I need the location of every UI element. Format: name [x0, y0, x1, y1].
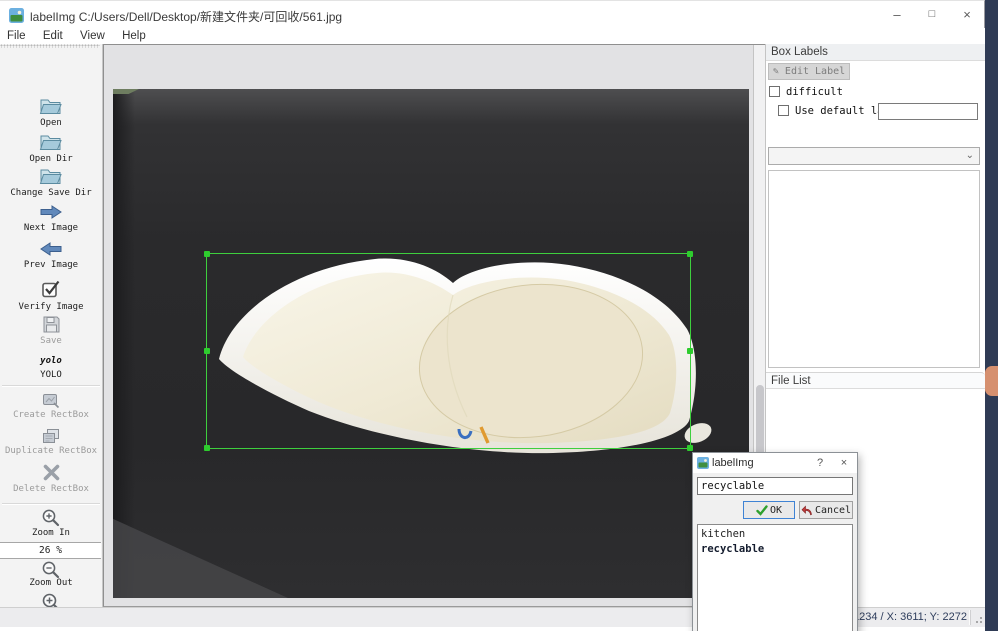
next-image-button[interactable] — [0, 204, 102, 223]
zoom-level-spinbox[interactable]: 26 % — [0, 542, 101, 559]
undo-arrow-icon — [801, 505, 813, 516]
verify-image-label: Verify Image — [0, 302, 102, 312]
open-folder-icon — [39, 97, 63, 116]
bounding-box[interactable] — [206, 253, 691, 449]
bbox-handle-top-left[interactable] — [204, 251, 210, 257]
bbox-handle-bottom-right[interactable] — [687, 445, 693, 451]
toolbar-separator — [2, 385, 100, 387]
box-label-list[interactable] — [768, 170, 980, 368]
change-save-dir-button[interactable] — [0, 167, 102, 189]
toolbar: Open Open Dir Change Save Dir Next Image… — [0, 44, 103, 607]
cancel-label: Cancel — [815, 505, 851, 516]
bbox-handle-top-right[interactable] — [687, 251, 693, 257]
list-item-recyclable[interactable]: recyclable — [701, 542, 852, 557]
desktop-wallpaper-detail — [985, 366, 998, 396]
next-image-label: Next Image — [0, 223, 102, 233]
ok-button[interactable]: OK — [743, 501, 795, 519]
open-dir-folder-icon — [39, 133, 63, 152]
verify-check-icon — [41, 279, 61, 299]
delete-rectbox-label: Delete RectBox — [0, 484, 102, 494]
zoom-in-icon — [41, 508, 61, 528]
zoom-in-label: Zoom In — [0, 528, 102, 538]
zoom-out-label: Zoom Out — [0, 578, 102, 588]
bbox-handle-mid-right[interactable] — [687, 348, 693, 354]
menu-edit[interactable]: Edit — [43, 30, 63, 42]
cancel-button[interactable]: Cancel — [799, 501, 853, 519]
menu-view[interactable]: View — [80, 30, 105, 42]
pencil-icon: ✎ — [773, 66, 779, 77]
menu-bar: File Edit View Help — [0, 28, 985, 44]
title-bar: labelImg C:/Users/Dell/Desktop/新建文件夹/可回收… — [0, 0, 985, 28]
open-dir-button[interactable] — [0, 133, 102, 155]
desktop-wallpaper — [985, 0, 998, 631]
zoom-out-icon — [41, 560, 61, 580]
maximize-button[interactable]: □ — [915, 1, 949, 28]
difficult-checkbox[interactable] — [769, 86, 780, 97]
change-save-dir-folder-icon — [39, 167, 63, 186]
duplicate-rectbox-button[interactable] — [0, 428, 102, 448]
prev-arrow-icon — [39, 241, 63, 257]
label-combo-box[interactable]: ⌄ — [768, 147, 980, 165]
change-save-dir-label: Change Save Dir — [0, 188, 102, 198]
create-rectbox-label: Create RectBox — [0, 410, 102, 420]
label-name-input[interactable]: recyclable — [697, 477, 853, 495]
toolbar-drag-handle[interactable] — [0, 44, 100, 48]
difficult-label: difficult — [786, 86, 843, 98]
delete-x-icon — [42, 464, 61, 481]
edit-label-text: Edit Label — [785, 66, 845, 77]
dialog-close-button[interactable]: × — [833, 453, 855, 473]
open-dir-label: Open Dir — [0, 154, 102, 164]
label-dialog: labelImg ? × recyclable OK Cancel kitche… — [692, 452, 858, 631]
minimize-button[interactable]: – — [880, 1, 914, 28]
bbox-handle-bottom-left[interactable] — [204, 445, 210, 451]
prev-image-button[interactable] — [0, 241, 102, 260]
open-button[interactable] — [0, 97, 102, 119]
app-icon — [9, 8, 24, 23]
labelimg-window: labelImg C:/Users/Dell/Desktop/新建文件夹/可回收… — [0, 0, 998, 631]
dialog-app-icon — [697, 457, 709, 469]
dialog-help-button[interactable]: ? — [809, 453, 831, 473]
use-default-label-checkbox[interactable] — [778, 105, 789, 116]
create-rectbox-icon — [42, 393, 60, 409]
check-icon — [756, 505, 768, 516]
box-labels-header[interactable]: Box Labels — [766, 44, 985, 61]
chevron-down-icon: ⌄ — [966, 148, 974, 164]
yolo-badge-icon: yolo — [40, 356, 62, 366]
edit-label-button[interactable]: ✎ Edit Label — [768, 63, 850, 80]
ok-label: OK — [770, 505, 782, 516]
delete-rectbox-button[interactable] — [0, 464, 102, 484]
duplicate-rectbox-label: Duplicate RectBox — [0, 446, 102, 456]
next-arrow-icon — [39, 204, 63, 220]
resize-grip[interactable] — [973, 614, 983, 624]
file-list-header[interactable]: File List — [766, 372, 985, 389]
label-history-list[interactable]: kitchen recyclable — [697, 524, 853, 631]
yolo-label: YOLO — [0, 370, 102, 380]
save-button[interactable] — [0, 315, 102, 337]
toolbar-separator-2 — [2, 503, 100, 505]
bbox-handle-mid-left[interactable] — [204, 348, 210, 354]
cursor-coordinates: t: 1234 / X: 3611; Y: 2272 — [844, 611, 967, 623]
close-button[interactable]: × — [950, 1, 984, 28]
save-floppy-icon — [42, 315, 61, 334]
list-item-kitchen[interactable]: kitchen — [701, 527, 852, 542]
menu-file[interactable]: File — [7, 30, 26, 42]
window-title: labelImg C:/Users/Dell/Desktop/新建文件夹/可回收… — [30, 8, 342, 25]
open-label: Open — [0, 118, 102, 128]
yolo-format-button[interactable]: yolo — [0, 352, 102, 366]
dialog-title: labelImg — [712, 457, 754, 469]
save-label: Save — [0, 336, 102, 346]
default-label-input[interactable] — [878, 103, 978, 120]
prev-image-label: Prev Image — [0, 260, 102, 270]
menu-help[interactable]: Help — [122, 30, 146, 42]
duplicate-rectbox-icon — [42, 428, 60, 445]
dialog-title-bar: labelImg ? × — [693, 453, 857, 473]
image-canvas[interactable] — [103, 44, 765, 607]
verify-image-button[interactable] — [0, 279, 102, 302]
status-separator — [969, 610, 971, 625]
